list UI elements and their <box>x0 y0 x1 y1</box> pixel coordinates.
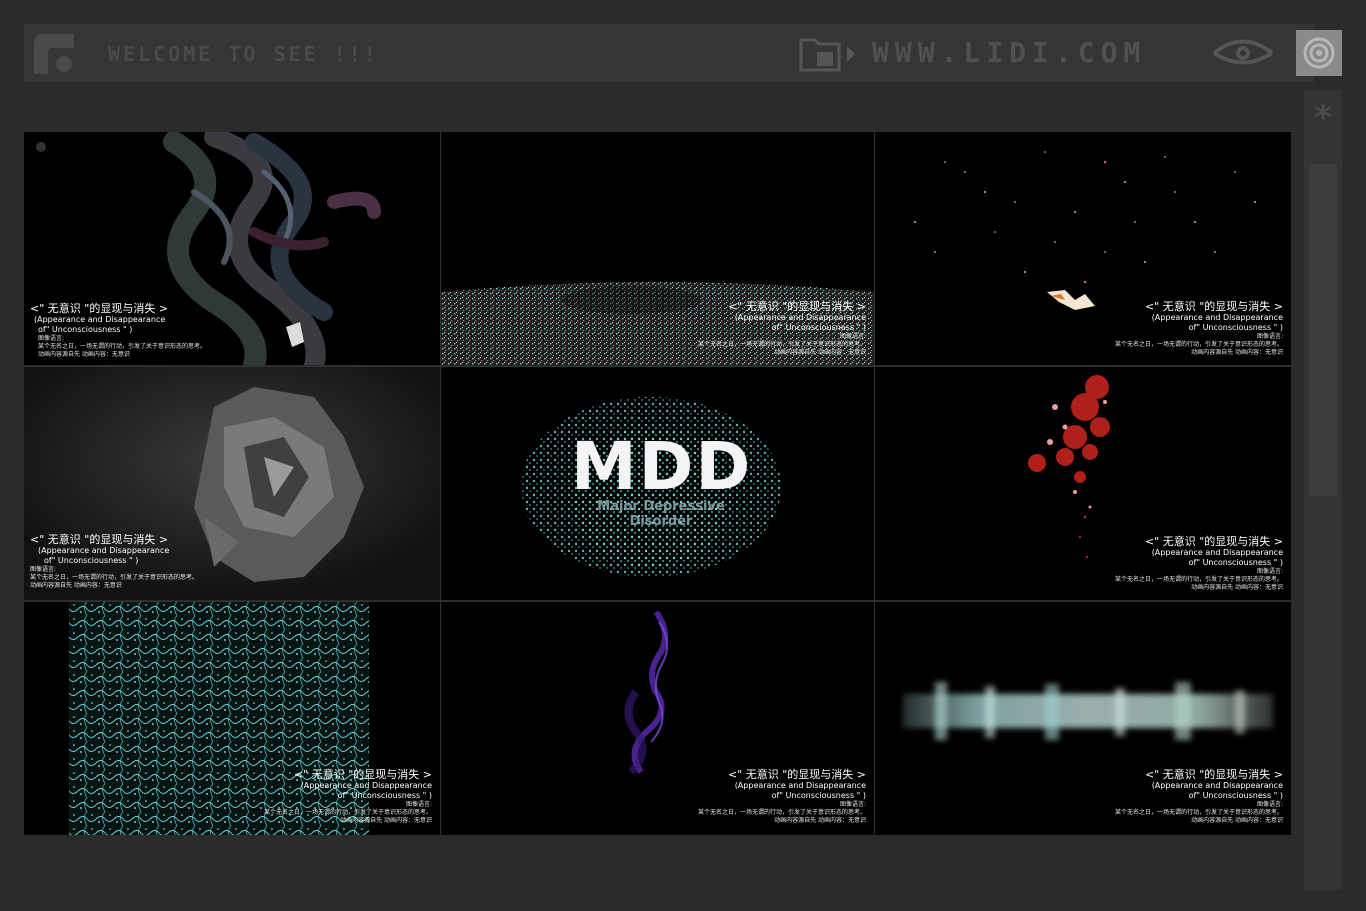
tile-caption: <" 无意识 "的显现与消失 > (Appearance and Disappe… <box>697 300 866 356</box>
grid-divider <box>24 601 1291 602</box>
gallery-tile-3[interactable]: <" 无意识 "的显现与消失 > (Appearance and Disappe… <box>875 132 1291 365</box>
gallery-tile-4[interactable]: <" 无意识 "的显现与消失 > (Appearance and Disappe… <box>24 367 440 600</box>
tile-caption: <" 无意识 "的显现与消失 > (Appearance and Disappe… <box>1114 300 1283 356</box>
logo-icon[interactable] <box>30 30 78 78</box>
target-icon[interactable] <box>1296 30 1342 76</box>
tile-caption: <" 无意识 "的显现与消失 > (Appearance and Disappe… <box>30 533 199 589</box>
folder-arrow-icon[interactable] <box>799 36 857 72</box>
gallery-tile-6[interactable]: <" 无意识 "的显现与消失 > (Appearance and Disappe… <box>875 367 1291 600</box>
top-bar: WELCOME TO SEE !!! WWW.LIDI.COM <box>24 24 1342 82</box>
gallery-tile-8[interactable]: <" 无意识 "的显现与消失 > (Appearance and Disappe… <box>441 602 874 835</box>
tile-caption: <" 无意识 "的显现与消失 > (Appearance and Disappe… <box>1114 768 1283 824</box>
site-url-link[interactable]: WWW.LIDI.COM <box>872 36 1146 69</box>
tile-caption: <" 无意识 "的显现与消失 > (Appearance and Disappe… <box>30 302 207 358</box>
grid-divider <box>440 132 441 835</box>
grid-divider <box>874 132 875 835</box>
gallery-tile-mdd[interactable]: MDD Major Depressive Disorder <box>441 367 874 600</box>
right-sidebar: * <box>1304 90 1342 890</box>
gallery-grid: <" 无意识 "的显现与消失 > (Appearance and Disappe… <box>24 132 1291 835</box>
gallery-tile-1[interactable]: <" 无意识 "的显现与消失 > (Appearance and Disappe… <box>24 132 440 365</box>
tile-caption: <" 无意识 "的显现与消失 > (Appearance and Disappe… <box>697 768 866 824</box>
mdd-title-block: MDD Major Depressive Disorder <box>571 428 753 530</box>
gallery-tile-2[interactable]: <" 无意识 "的显现与消失 > (Appearance and Disappe… <box>441 132 874 365</box>
welcome-text: WELCOME TO SEE !!! <box>108 42 379 66</box>
gallery-tile-9[interactable]: <" 无意识 "的显现与消失 > (Appearance and Disappe… <box>875 602 1291 835</box>
asterisk-icon[interactable]: * <box>1304 98 1342 138</box>
tile-caption: <" 无意识 "的显现与消失 > (Appearance and Disappe… <box>1114 535 1283 591</box>
mdd-title: MDD <box>571 428 753 505</box>
eye-icon[interactable] <box>1210 36 1276 70</box>
scrollbar-thumb[interactable] <box>1309 164 1337 496</box>
grid-divider <box>24 366 1291 367</box>
tile-caption: <" 无意识 "的显现与消失 > (Appearance and Disappe… <box>263 768 432 824</box>
mdd-subtitle: Major Depressive Disorder <box>597 499 725 529</box>
gallery-tile-7[interactable]: <" 无意识 "的显现与消失 > (Appearance and Disappe… <box>24 602 440 835</box>
